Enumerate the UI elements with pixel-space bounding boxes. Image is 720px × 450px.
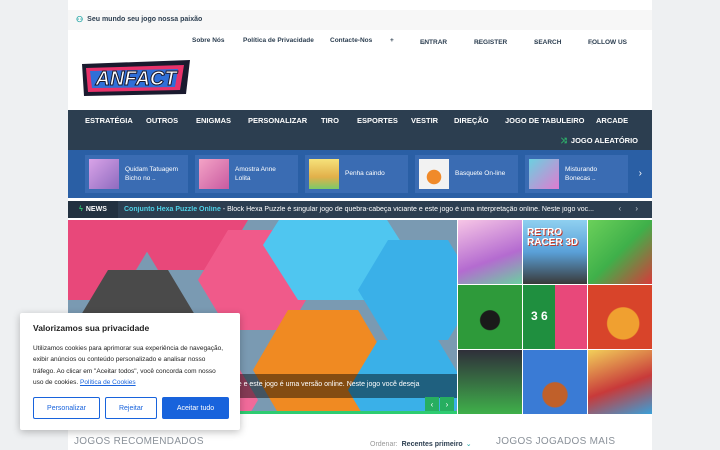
hero-prev-icon[interactable]: ‹ [425,397,439,411]
game-tile[interactable] [588,350,652,414]
game-thumbnail [419,159,449,189]
recommended-heading: JOGOS RECOMENDADOS [74,436,204,447]
tagline: ⚇ Seu mundo seu jogo nossa paixão [76,15,202,24]
carousel-card[interactable]: Quidam Tatuagem Bicho no .. [85,155,188,193]
nav-link-about[interactable]: Sobre Nós [192,37,225,44]
tagline-text: Seu mundo seu jogo nossa paixão [87,16,203,23]
random-game-link[interactable]: ⤨ JOGO ALEATÓRIO [561,136,638,146]
game-carousel: Quidam Tatuagem Bicho no .. Amostra Anne L… [68,150,652,198]
carousel-card[interactable]: Basquete On-line [415,155,518,193]
game-tile[interactable] [588,285,652,349]
nav-item-puzzles[interactable]: ENIGMAS [196,116,231,125]
logo-text: ANFACT [94,68,178,90]
game-thumbnail [309,159,339,189]
main-nav: ESTRATÉGIA OUTROS ENIGMAS PERSONALIZAR T… [68,110,652,150]
customize-button[interactable]: Personalizar [33,397,100,419]
nav-more-button[interactable]: + [390,37,394,44]
nav-item-customize[interactable]: PERSONALIZAR [248,116,307,125]
cookie-policy-link[interactable]: Política de Cookies [80,379,136,386]
nav-item-others[interactable]: OUTROS [146,116,178,125]
nav-link-contact[interactable]: Contacte-Nos [330,37,372,44]
game-thumbnail [529,159,559,189]
game-thumbnail [89,159,119,189]
hero-controls: ‹ › [425,397,454,411]
news-label: ϟ NEWS [68,201,118,218]
game-tile[interactable] [458,220,522,284]
tile-title: RETRO RACER 3D [527,227,579,248]
nav-item-board-games[interactable]: JOGO DE TABULEIRO [505,116,584,125]
carousel-next-icon[interactable]: › [639,168,642,179]
chevron-down-icon: ⌄ [465,441,472,448]
featured-games-grid: RETRO RACER 3D 3 6 [458,220,652,414]
game-tile[interactable] [523,350,587,414]
bolt-icon: ϟ [79,206,83,213]
game-tile[interactable]: 3 6 [523,285,587,349]
carousel-card[interactable]: Misturando Bonecas .. [525,155,628,193]
most-played-heading: JOGOS JOGADOS MAIS [496,436,616,447]
game-thumbnail [199,159,229,189]
news-arrows[interactable]: ‹ › [618,204,644,213]
nav-item-driving[interactable]: DIREÇÃO [454,116,489,125]
reject-button[interactable]: Rejeitar [105,397,157,419]
cookie-consent-dialog: Valorizamos sua privacidade Utilizamos c… [20,313,240,430]
cookie-buttons: Personalizar Rejeitar Aceitar tudo [33,397,229,419]
nav-link-privacy[interactable]: Política de Privacidade [243,37,314,44]
carousel-card[interactable]: Amostra Anne Lolita [195,155,298,193]
news-ticker: ϟ NEWS Conjunto Hexa Puzzle Online - Bloc… [68,201,652,218]
cookie-body: Utilizamos cookies para aprimorar sua ex… [33,345,224,387]
site-logo[interactable]: ANFACT [80,60,192,96]
sort-control[interactable]: Ordenar: Recentes primeiro ⌄ [370,440,472,448]
carousel-card[interactable]: Penha caindo [305,155,408,193]
news-text[interactable]: Conjunto Hexa Puzzle Online - Block Hexa… [124,206,614,213]
nav-item-arcade[interactable]: ARCADE [596,116,628,125]
shuffle-icon: ⤨ [560,136,567,145]
nav-item-dressup[interactable]: VESTIR [411,116,438,125]
game-tile[interactable] [458,285,522,349]
cookie-title: Valorizamos sua privacidade [33,323,150,333]
game-tile[interactable] [588,220,652,284]
nav-item-sports[interactable]: ESPORTES [357,116,398,125]
gamepad-icon: ⚇ [76,15,84,24]
hero-next-icon[interactable]: › [440,397,454,411]
nav-item-strategy[interactable]: ESTRATÉGIA [85,116,133,125]
game-tile[interactable]: RETRO RACER 3D [523,220,587,284]
secondary-nav: Sobre Nós Política de Privacidade Contac… [192,37,627,47]
game-tile[interactable] [458,350,522,414]
accept-all-button[interactable]: Aceitar tudo [162,397,229,419]
tile-title: 3 6 [531,309,548,323]
nav-item-shooting[interactable]: TIRO [321,116,339,125]
